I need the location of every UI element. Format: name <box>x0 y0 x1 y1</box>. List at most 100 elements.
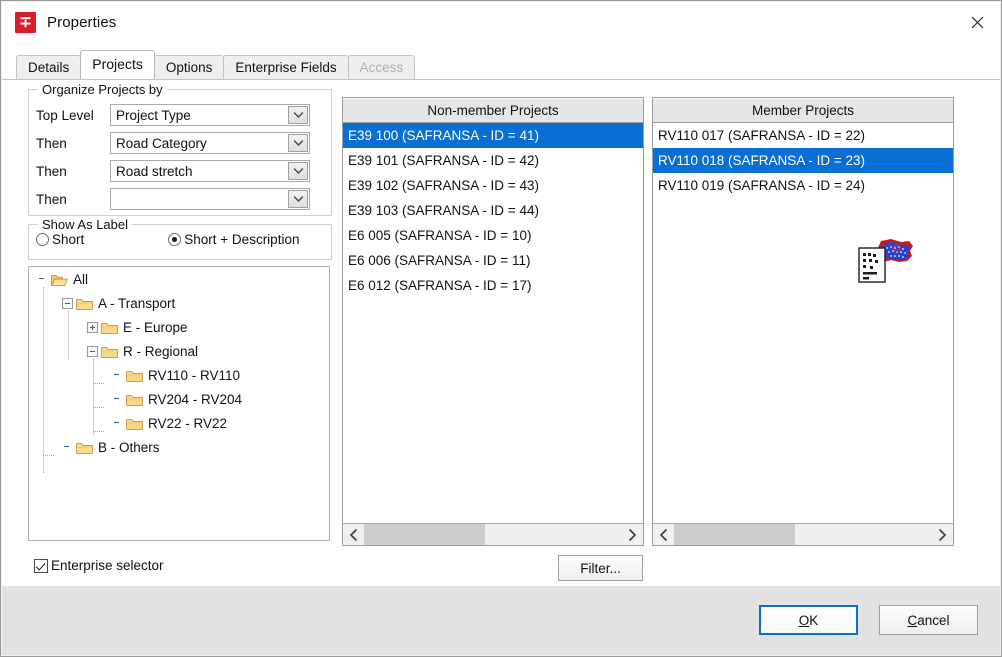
tree-node-label: RV22 - RV22 <box>148 415 228 431</box>
scroll-track[interactable] <box>364 524 622 545</box>
organize-row-label: Then <box>36 163 67 179</box>
tab-enterprise-fields[interactable]: Enterprise Fields <box>223 55 349 79</box>
checkbox-box-icon <box>34 558 48 573</box>
non-member-horizontal-scrollbar[interactable] <box>343 523 643 545</box>
ok-button[interactable]: OK <box>759 605 858 635</box>
folder-open-icon <box>51 273 68 286</box>
list-item[interactable]: RV110 017 (SAFRANSA - ID = 22) <box>653 123 953 148</box>
list-item[interactable]: E39 100 (SAFRANSA - ID = 41) <box>343 123 643 148</box>
tree-spacer <box>112 394 123 405</box>
chevron-down-icon[interactable] <box>288 134 308 152</box>
tab-access: Access <box>347 55 416 79</box>
tree-guide-line <box>93 383 104 384</box>
tree-node-label: All <box>73 271 89 287</box>
enterprise-selector-checkbox[interactable]: Enterprise selector <box>34 558 164 573</box>
folder-icon <box>76 297 93 310</box>
list-item[interactable]: E6 006 (SAFRANSA - ID = 11) <box>343 248 643 273</box>
organize-row-2: Then Road stretch <box>36 160 310 182</box>
ok-accel: O <box>798 612 810 628</box>
tree-guide-line <box>93 407 104 408</box>
ok-rest: K <box>809 612 819 628</box>
tree-node-label: R - Regional <box>123 343 199 359</box>
tree-guide-line <box>43 287 44 473</box>
close-icon[interactable] <box>954 2 1000 42</box>
tab-strip: Details Projects Options Enterprise Fields A… <box>2 42 1000 79</box>
organize-projects-group: Organize Projects by Top Level Project Ty… <box>28 82 332 216</box>
non-member-projects-header: Non-member Projects <box>343 98 643 123</box>
chevron-down-icon[interactable] <box>288 106 308 124</box>
radio-label: Short + Description <box>184 232 300 247</box>
scroll-thumb[interactable] <box>364 524 486 545</box>
scroll-right-icon[interactable] <box>932 524 953 545</box>
organize-combo-1[interactable]: Road Category <box>110 132 310 154</box>
collapse-minus-icon[interactable] <box>87 345 98 357</box>
organize-combo-value: Road Category <box>116 135 207 151</box>
tree-spacer <box>62 442 73 453</box>
radio-short-description[interactable]: Short + Description <box>168 232 299 247</box>
chevron-down-icon[interactable] <box>288 190 308 208</box>
tree-node[interactable]: E - Europe <box>29 315 329 339</box>
organize-row-label: Then <box>36 191 67 207</box>
tree-spacer <box>112 418 123 429</box>
tree-node[interactable]: RV22 - RV22 <box>29 411 329 435</box>
tree-node-label: E - Europe <box>123 319 188 335</box>
member-horizontal-scrollbar[interactable] <box>653 523 953 545</box>
cancel-button[interactable]: Cancel <box>879 605 978 635</box>
tree-node-list: All A - Transport E - Europe R - Regional RV… <box>29 267 329 459</box>
member-projects-list[interactable]: RV110 017 (SAFRANSA - ID = 22) RV110 018 … <box>653 123 953 523</box>
organize-combo-value: Road stretch <box>116 163 193 179</box>
scroll-right-icon[interactable] <box>622 524 643 545</box>
non-member-projects-list[interactable]: E39 100 (SAFRANSA - ID = 41) E39 101 (SAF… <box>343 123 643 523</box>
organize-combo-value: Project Type <box>116 107 191 123</box>
list-item[interactable]: E39 102 (SAFRANSA - ID = 43) <box>343 173 643 198</box>
radio-short[interactable]: Short <box>36 232 84 247</box>
organize-combo-0[interactable]: Project Type <box>110 104 310 126</box>
tab-label: Projects <box>92 56 143 72</box>
title-bar: ∓ Properties <box>2 2 1000 42</box>
folder-icon <box>101 345 118 358</box>
tree-node[interactable]: B - Others <box>29 435 329 459</box>
scroll-track[interactable] <box>674 524 932 545</box>
tree-node[interactable]: A - Transport <box>29 291 329 315</box>
collapse-minus-icon[interactable] <box>62 297 73 309</box>
list-item[interactable]: E39 101 (SAFRANSA - ID = 42) <box>343 148 643 173</box>
show-as-label-group: Show As Label Short Short + Description <box>28 217 332 260</box>
tree-node[interactable]: RV110 - RV110 <box>29 363 329 387</box>
list-item[interactable]: E39 103 (SAFRANSA - ID = 44) <box>343 198 643 223</box>
scroll-left-icon[interactable] <box>343 524 364 545</box>
project-tree[interactable]: All A - Transport E - Europe R - Regional RV… <box>28 266 330 541</box>
list-item[interactable]: E6 005 (SAFRANSA - ID = 10) <box>343 223 643 248</box>
tree-guide-line <box>93 431 104 432</box>
cancel-accel: C <box>907 612 918 628</box>
tab-label: Access <box>359 60 404 75</box>
chevron-down-icon[interactable] <box>288 162 308 180</box>
list-item[interactable]: RV110 019 (SAFRANSA - ID = 24) <box>653 173 953 198</box>
folder-icon <box>76 441 93 454</box>
tree-node[interactable]: RV204 - RV204 <box>29 387 329 411</box>
tree-spacer <box>112 370 123 381</box>
tree-node[interactable]: All <box>29 267 329 291</box>
organize-row-1: Then Road Category <box>36 132 310 154</box>
tree-node-label: A - Transport <box>98 295 176 311</box>
tab-options[interactable]: Options <box>153 55 225 79</box>
list-item[interactable]: RV110 018 (SAFRANSA - ID = 23) <box>653 148 953 173</box>
organize-row-label: Then <box>36 135 67 151</box>
list-item[interactable]: E6 012 (SAFRANSA - ID = 17) <box>343 273 643 298</box>
app-logo-icon: ∓ <box>15 11 36 33</box>
organize-combo-3[interactable] <box>110 188 310 210</box>
tab-projects[interactable]: Projects <box>80 50 155 79</box>
folder-icon <box>126 393 143 406</box>
ok-button-label: OK <box>799 613 819 628</box>
properties-dialog: ∓ Properties Details Projects Options Enter… <box>0 0 1002 657</box>
cancel-rest: ancel <box>917 612 950 628</box>
expand-plus-icon[interactable] <box>87 321 98 333</box>
scroll-thumb[interactable] <box>674 524 796 545</box>
tab-details[interactable]: Details <box>16 55 82 79</box>
tree-node[interactable]: R - Regional <box>29 339 329 363</box>
tab-label: Enterprise Fields <box>235 60 337 75</box>
scroll-left-icon[interactable] <box>653 524 674 545</box>
tree-node-label: B - Others <box>98 439 160 455</box>
organize-combo-2[interactable]: Road stretch <box>110 160 310 182</box>
filter-button[interactable]: Filter... <box>558 555 643 581</box>
tab-list: Details Projects Options Enterprise Fields A… <box>16 42 416 79</box>
